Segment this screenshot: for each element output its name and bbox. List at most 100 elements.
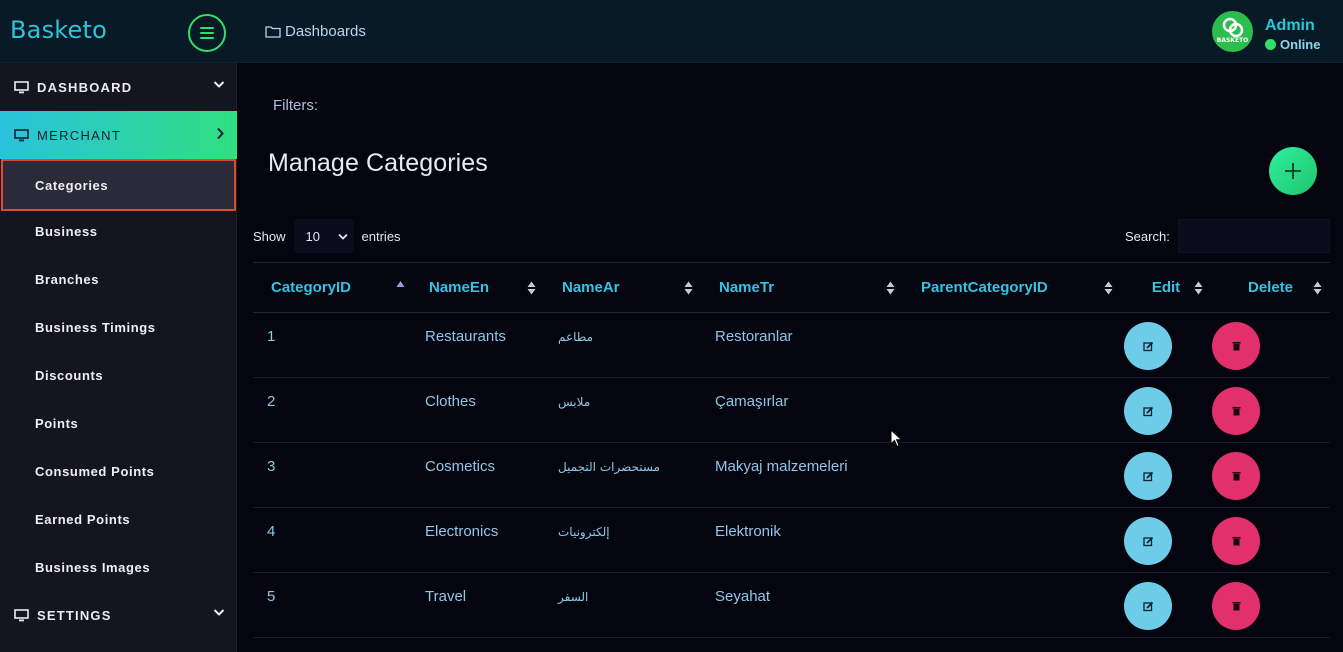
column-header-edit[interactable]: Edit: [1121, 262, 1211, 313]
sidebar-item-categories[interactable]: Categories: [1, 159, 236, 211]
cell-edit: [1121, 312, 1211, 378]
sidebar-item-discounts[interactable]: Discounts: [0, 351, 237, 399]
table-header-row: CategoryID NameEn NameAr NameTr ParentCa…: [253, 262, 1330, 313]
sidebar-toggle-button[interactable]: [188, 14, 226, 52]
sidebar-section-settings[interactable]: SETTINGS: [0, 591, 237, 639]
cell-namear: إلكترونيات: [544, 507, 701, 573]
search-input[interactable]: [1177, 219, 1330, 253]
delete-button[interactable]: [1212, 452, 1260, 500]
trash-icon: [1232, 602, 1240, 611]
entries-select[interactable]: 10: [293, 219, 354, 253]
sidebar: DASHBOARD MERCHANT Categories Business B…: [0, 63, 237, 652]
sidebar-section-label: MERCHANT: [37, 127, 122, 143]
monitor-icon: [14, 80, 30, 94]
sort-icon: [1104, 281, 1113, 295]
sidebar-item-earned-points[interactable]: Earned Points: [0, 495, 237, 543]
cell-categoryid: 1: [253, 312, 411, 378]
cell-delete: [1211, 312, 1330, 378]
cell-categoryid: 4: [253, 507, 411, 573]
table-search: Search:: [1125, 219, 1330, 253]
sidebar-item-business-timings[interactable]: Business Timings: [0, 303, 237, 351]
online-status-icon: [1265, 39, 1276, 50]
sidebar-item-branches[interactable]: Branches: [0, 255, 237, 303]
add-category-button[interactable]: [1269, 147, 1317, 195]
delete-button[interactable]: [1212, 387, 1260, 435]
cell-nametr: Makyaj malzemeleri: [701, 442, 903, 508]
column-header-delete[interactable]: Delete: [1211, 262, 1330, 313]
cell-categoryid: 2: [253, 377, 411, 443]
column-header-namear[interactable]: NameAr: [544, 262, 701, 313]
cell-namear: مستحضرات التجميل: [544, 442, 701, 508]
edit-button[interactable]: [1124, 582, 1172, 630]
sort-icon: [1194, 281, 1203, 295]
user-status: Online: [1265, 37, 1320, 52]
cell-categoryid: 3: [253, 442, 411, 508]
avatar-text: BASKETO: [1216, 37, 1249, 44]
edit-icon: [1142, 601, 1153, 611]
cell-namear: ملابس: [544, 377, 701, 443]
sort-icon: [886, 281, 895, 295]
edit-button[interactable]: [1124, 452, 1172, 500]
monitor-icon: [14, 608, 30, 622]
breadcrumb[interactable]: Dashboards: [265, 23, 366, 40]
sidebar-section-merchant[interactable]: MERCHANT: [0, 111, 237, 159]
entries-length-control: Show 10 entries: [253, 219, 401, 253]
filters-label: Filters:: [273, 97, 318, 114]
chevron-down-icon: [213, 609, 225, 616]
cell-nameen: Restaurants: [411, 312, 544, 378]
sort-icon: [527, 281, 536, 295]
cell-nameen: Electronics: [411, 507, 544, 573]
entries-label: entries: [361, 228, 401, 244]
cell-namear: السفر: [544, 572, 701, 638]
user-status-label: Online: [1280, 37, 1321, 52]
cell-edit: [1121, 377, 1211, 443]
edit-button[interactable]: [1124, 517, 1172, 565]
entries-select-value: 10: [305, 228, 320, 244]
table-row: 4 Electronics إلكترونيات Elektronik: [253, 507, 1330, 573]
cell-nametr: Seyahat: [701, 572, 903, 638]
cell-delete: [1211, 442, 1330, 508]
cell-nametr: Elektronik: [701, 507, 903, 573]
show-label: Show: [253, 228, 286, 244]
cell-parentcategoryid: [903, 442, 1121, 508]
edit-icon: [1142, 406, 1153, 416]
sidebar-item-business-images[interactable]: Business Images: [0, 543, 237, 591]
top-bar: Basketo Dashboards BASKETO Admin Online: [0, 0, 1343, 63]
sidebar-item-business[interactable]: Business: [0, 207, 237, 255]
mouse-cursor-icon: [890, 429, 903, 448]
delete-button[interactable]: [1212, 517, 1260, 565]
delete-button[interactable]: [1212, 582, 1260, 630]
page-title: Manage Categories: [268, 149, 488, 177]
column-header-categoryid[interactable]: CategoryID: [253, 262, 411, 313]
trash-icon: [1232, 537, 1240, 546]
cell-edit: [1121, 572, 1211, 638]
cell-nameen: Travel: [411, 572, 544, 638]
sort-ascending-icon: [396, 281, 405, 287]
edit-button[interactable]: [1124, 322, 1172, 370]
cell-edit: [1121, 507, 1211, 573]
table-row: 5 Travel السفر Seyahat: [253, 572, 1330, 638]
trash-icon: [1232, 407, 1240, 416]
column-header-parentcategoryid[interactable]: ParentCategoryID: [903, 262, 1121, 313]
edit-button[interactable]: [1124, 387, 1172, 435]
cell-categoryid: 5: [253, 572, 411, 638]
cell-parentcategoryid: [903, 312, 1121, 378]
sidebar-section-dashboard[interactable]: DASHBOARD: [0, 63, 237, 111]
brand-logo[interactable]: Basketo: [10, 16, 107, 44]
delete-button[interactable]: [1212, 322, 1260, 370]
edit-icon: [1142, 341, 1153, 351]
chevron-down-icon: [337, 233, 348, 240]
chevron-right-icon: [217, 127, 224, 140]
trash-icon: [1232, 342, 1240, 351]
cell-parentcategoryid: [903, 377, 1121, 443]
sidebar-item-points[interactable]: Points: [0, 399, 237, 447]
sidebar-item-consumed-points[interactable]: Consumed Points: [0, 447, 237, 495]
column-header-nameen[interactable]: NameEn: [411, 262, 544, 313]
avatar[interactable]: BASKETO: [1212, 11, 1253, 52]
cell-nametr: Restoranlar: [701, 312, 903, 378]
cell-parentcategoryid: [903, 507, 1121, 573]
sort-icon: [1313, 281, 1322, 295]
table-row: 2 Clothes ملابس Çamaşırlar: [253, 377, 1330, 443]
column-header-nametr[interactable]: NameTr: [701, 262, 903, 313]
cell-nametr: Çamaşırlar: [701, 377, 903, 443]
